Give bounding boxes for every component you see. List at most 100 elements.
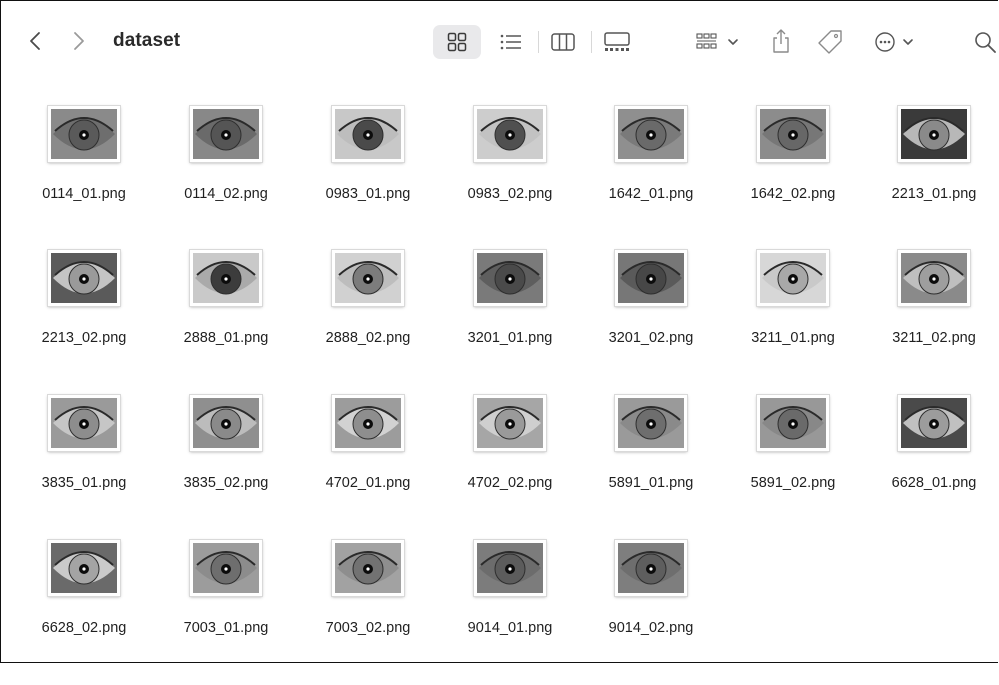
column-view-icon [551,33,575,51]
file-item[interactable]: 3211_02.png [864,250,999,395]
file-thumbnail[interactable] [757,250,829,306]
more-actions-button[interactable] [873,30,919,54]
file-thumbnail[interactable] [615,106,687,162]
file-thumbnail[interactable] [48,250,120,306]
file-thumbnail[interactable] [332,106,404,162]
file-item[interactable]: 0983_01.png [298,106,438,251]
icon-view-button[interactable] [446,31,468,53]
file-thumbnail[interactable] [615,540,687,596]
file-name: 3835_02.png [183,475,269,491]
file-name: 3201_01.png [467,330,553,346]
file-name: 0983_01.png [325,186,411,202]
file-name: 2213_02.png [41,330,127,346]
file-item[interactable]: 2213_01.png [864,106,999,251]
file-name: 2888_01.png [183,330,269,346]
file-item[interactable]: 5891_02.png [723,395,863,540]
file-item[interactable]: 3835_01.png [14,395,154,540]
eye-image-icon [760,253,826,303]
file-item[interactable]: 9014_01.png [440,540,580,685]
eye-image-icon [335,109,401,159]
window-title: dataset [113,30,181,51]
file-thumbnail[interactable] [48,395,120,451]
file-item[interactable]: 0114_02.png [156,106,296,251]
file-thumbnail[interactable] [898,250,970,306]
file-thumbnail[interactable] [48,106,120,162]
file-item[interactable]: 2888_02.png [298,250,438,395]
back-button[interactable] [25,29,45,53]
share-button[interactable] [770,26,792,56]
file-thumbnail[interactable] [474,395,546,451]
toolbar: dataset [1,1,999,79]
search-button[interactable] [973,30,997,54]
eye-image-icon [335,253,401,303]
file-name: 3835_01.png [41,475,127,491]
list-view-button[interactable] [499,31,523,53]
file-name: 0114_02.png [184,186,268,202]
file-thumbnail[interactable] [474,106,546,162]
eye-image-icon [477,109,543,159]
column-view-button[interactable] [550,31,576,53]
group-by-button[interactable] [695,31,743,53]
chevron-right-icon [74,32,84,50]
file-name: 1642_01.png [608,186,694,202]
file-thumbnail[interactable] [474,540,546,596]
file-item[interactable]: 6628_02.png [14,540,154,685]
file-thumbnail[interactable] [332,250,404,306]
file-item[interactable]: 3201_02.png [581,250,721,395]
eye-image-icon [51,109,117,159]
file-item[interactable]: 7003_02.png [298,540,438,685]
file-name: 7003_02.png [325,620,411,636]
file-item[interactable]: 0114_01.png [14,106,154,251]
file-thumbnail[interactable] [757,395,829,451]
file-thumbnail[interactable] [898,395,970,451]
file-item[interactable]: 6628_01.png [864,395,999,540]
eye-image-icon [193,253,259,303]
file-item[interactable]: 7003_01.png [156,540,296,685]
eye-image-icon [618,543,684,593]
file-thumbnail[interactable] [190,395,262,451]
file-name: 4702_01.png [325,475,411,491]
file-thumbnail[interactable] [615,250,687,306]
share-icon [773,29,789,53]
file-thumbnail[interactable] [190,250,262,306]
eye-image-icon [335,543,401,593]
eye-image-icon [51,253,117,303]
file-item[interactable]: 5891_01.png [581,395,721,540]
gallery-view-button[interactable] [603,31,631,53]
file-item[interactable]: 2888_01.png [156,250,296,395]
file-item[interactable]: 2213_02.png [14,250,154,395]
tag-button[interactable] [815,27,845,57]
forward-button[interactable] [69,29,89,53]
file-name: 3211_02.png [892,330,976,346]
file-item[interactable]: 0983_02.png [440,106,580,251]
file-name: 4702_02.png [467,475,553,491]
tag-icon [818,30,842,54]
file-thumbnail[interactable] [332,540,404,596]
file-thumbnail[interactable] [615,395,687,451]
file-item[interactable]: 4702_01.png [298,395,438,540]
file-item[interactable]: 1642_02.png [723,106,863,251]
file-item[interactable]: 3201_01.png [440,250,580,395]
file-name: 3211_01.png [751,330,835,346]
eye-image-icon [618,398,684,448]
file-item[interactable]: 3211_01.png [723,250,863,395]
file-item[interactable]: 9014_02.png [581,540,721,685]
more-actions-icon [875,32,913,52]
eye-image-icon [51,398,117,448]
eye-image-icon [901,109,967,159]
eye-image-icon [193,398,259,448]
file-thumbnail[interactable] [190,106,262,162]
file-item[interactable]: 3835_02.png [156,395,296,540]
eye-image-icon [760,109,826,159]
file-thumbnail[interactable] [474,250,546,306]
file-thumbnail[interactable] [757,106,829,162]
eye-image-icon [51,543,117,593]
file-thumbnail[interactable] [332,395,404,451]
file-thumbnail[interactable] [190,540,262,596]
file-item[interactable]: 4702_02.png [440,395,580,540]
file-thumbnail[interactable] [898,106,970,162]
search-icon [975,32,996,53]
file-thumbnail[interactable] [48,540,120,596]
file-name: 3201_02.png [608,330,694,346]
file-item[interactable]: 1642_01.png [581,106,721,251]
